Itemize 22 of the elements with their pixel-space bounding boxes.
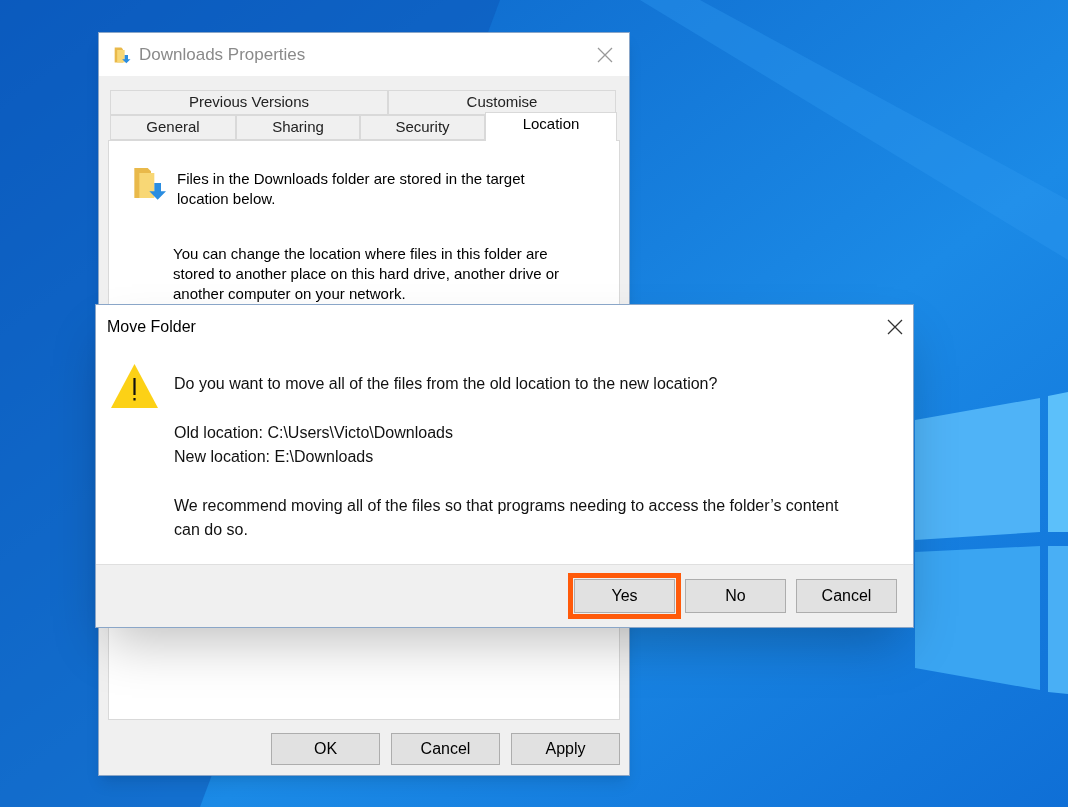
dialog-button[interactable]: OK <box>271 733 380 765</box>
tab[interactable]: Customise <box>388 90 616 115</box>
tab[interactable]: Sharing <box>236 115 360 140</box>
description-text: You can change the location where files in this folder are stored to another place on this hard drive, another drive or another computer on your network. <box>173 244 561 304</box>
dialog-button[interactable]: Apply <box>511 733 620 765</box>
new-location-text: New location: E:\Downloads <box>174 447 375 467</box>
recommendation-text: We recommend moving all of the files so that programs needing to access the folder’s content can do so. <box>174 496 840 540</box>
warning-icon <box>110 363 159 409</box>
dialog-button[interactable]: No <box>685 579 786 613</box>
close-icon[interactable] <box>887 319 903 335</box>
intro-text: Files in the Downloads folder are stored in the target location below. <box>177 169 526 209</box>
tab[interactable]: Previous Versions <box>110 90 388 115</box>
dialog-button[interactable]: Cancel <box>796 579 897 613</box>
old-location-text: Old location: C:\Users\Victo\Downloads <box>174 423 454 443</box>
tab[interactable]: Location <box>485 112 617 141</box>
tab[interactable]: Security <box>360 115 485 140</box>
dialog-button[interactable]: Cancel <box>391 733 500 765</box>
question-text: Do you want to move all of the files from the old location to the new location? <box>174 374 719 394</box>
dialog-title: Move Folder <box>107 317 196 337</box>
tab[interactable]: General <box>110 115 236 140</box>
window-title: Downloads Properties <box>139 43 306 66</box>
dialog-button[interactable]: Yes <box>574 579 675 613</box>
